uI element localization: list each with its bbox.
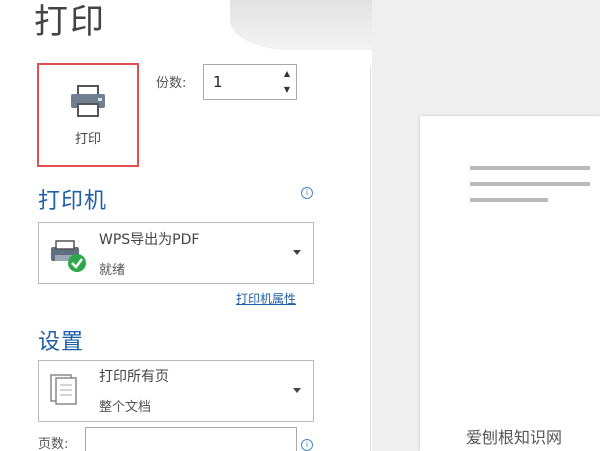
copies-value: 1 bbox=[213, 73, 223, 91]
printer-check-icon bbox=[51, 240, 86, 272]
print-range-title: 打印所有页 bbox=[99, 369, 169, 385]
pages-stack-icon bbox=[50, 374, 77, 405]
watermark: 爱刨根知识网 bbox=[466, 428, 563, 447]
info-icon[interactable]: i bbox=[301, 439, 313, 451]
printer-heading: 打印机 bbox=[38, 189, 108, 214]
preview-text-line bbox=[470, 166, 590, 170]
pages-input[interactable] bbox=[85, 427, 297, 451]
printer-select[interactable]: WPS导出为PDF 就绪 bbox=[38, 222, 314, 284]
preview-page bbox=[420, 116, 600, 451]
caret-down-icon bbox=[293, 388, 301, 393]
info-icon[interactable]: i bbox=[301, 187, 313, 199]
printer-properties-link[interactable]: 打印机属性 bbox=[236, 290, 296, 307]
print-settings-panel: 打印 打印 份数: 1 ▲ ▼ 打印机 i WPS导出为PDF 就绪 打印机属性… bbox=[0, 0, 372, 451]
copies-decrement-icon[interactable]: ▼ bbox=[282, 85, 292, 95]
settings-heading: 设置 bbox=[38, 330, 85, 355]
pages-label: 页数: bbox=[38, 437, 69, 451]
print-button[interactable]: 打印 bbox=[37, 63, 139, 167]
copies-label: 份数: bbox=[156, 76, 187, 91]
caret-down-icon bbox=[293, 250, 301, 255]
print-range-subtitle: 整个文档 bbox=[99, 400, 152, 415]
printer-name: WPS导出为PDF bbox=[99, 232, 200, 248]
print-range-select[interactable]: 打印所有页 整个文档 bbox=[38, 360, 314, 422]
divider bbox=[370, 66, 371, 451]
copies-increment-icon[interactable]: ▲ bbox=[282, 69, 292, 79]
page-title: 打印 bbox=[34, 2, 106, 42]
print-button-label: 打印 bbox=[74, 131, 101, 147]
printer-status: 就绪 bbox=[99, 263, 126, 278]
preview-text-line bbox=[470, 182, 590, 186]
printer-icon bbox=[71, 84, 105, 117]
copies-input[interactable]: 1 ▲ ▼ bbox=[203, 64, 297, 100]
preview-text-line bbox=[470, 198, 548, 202]
